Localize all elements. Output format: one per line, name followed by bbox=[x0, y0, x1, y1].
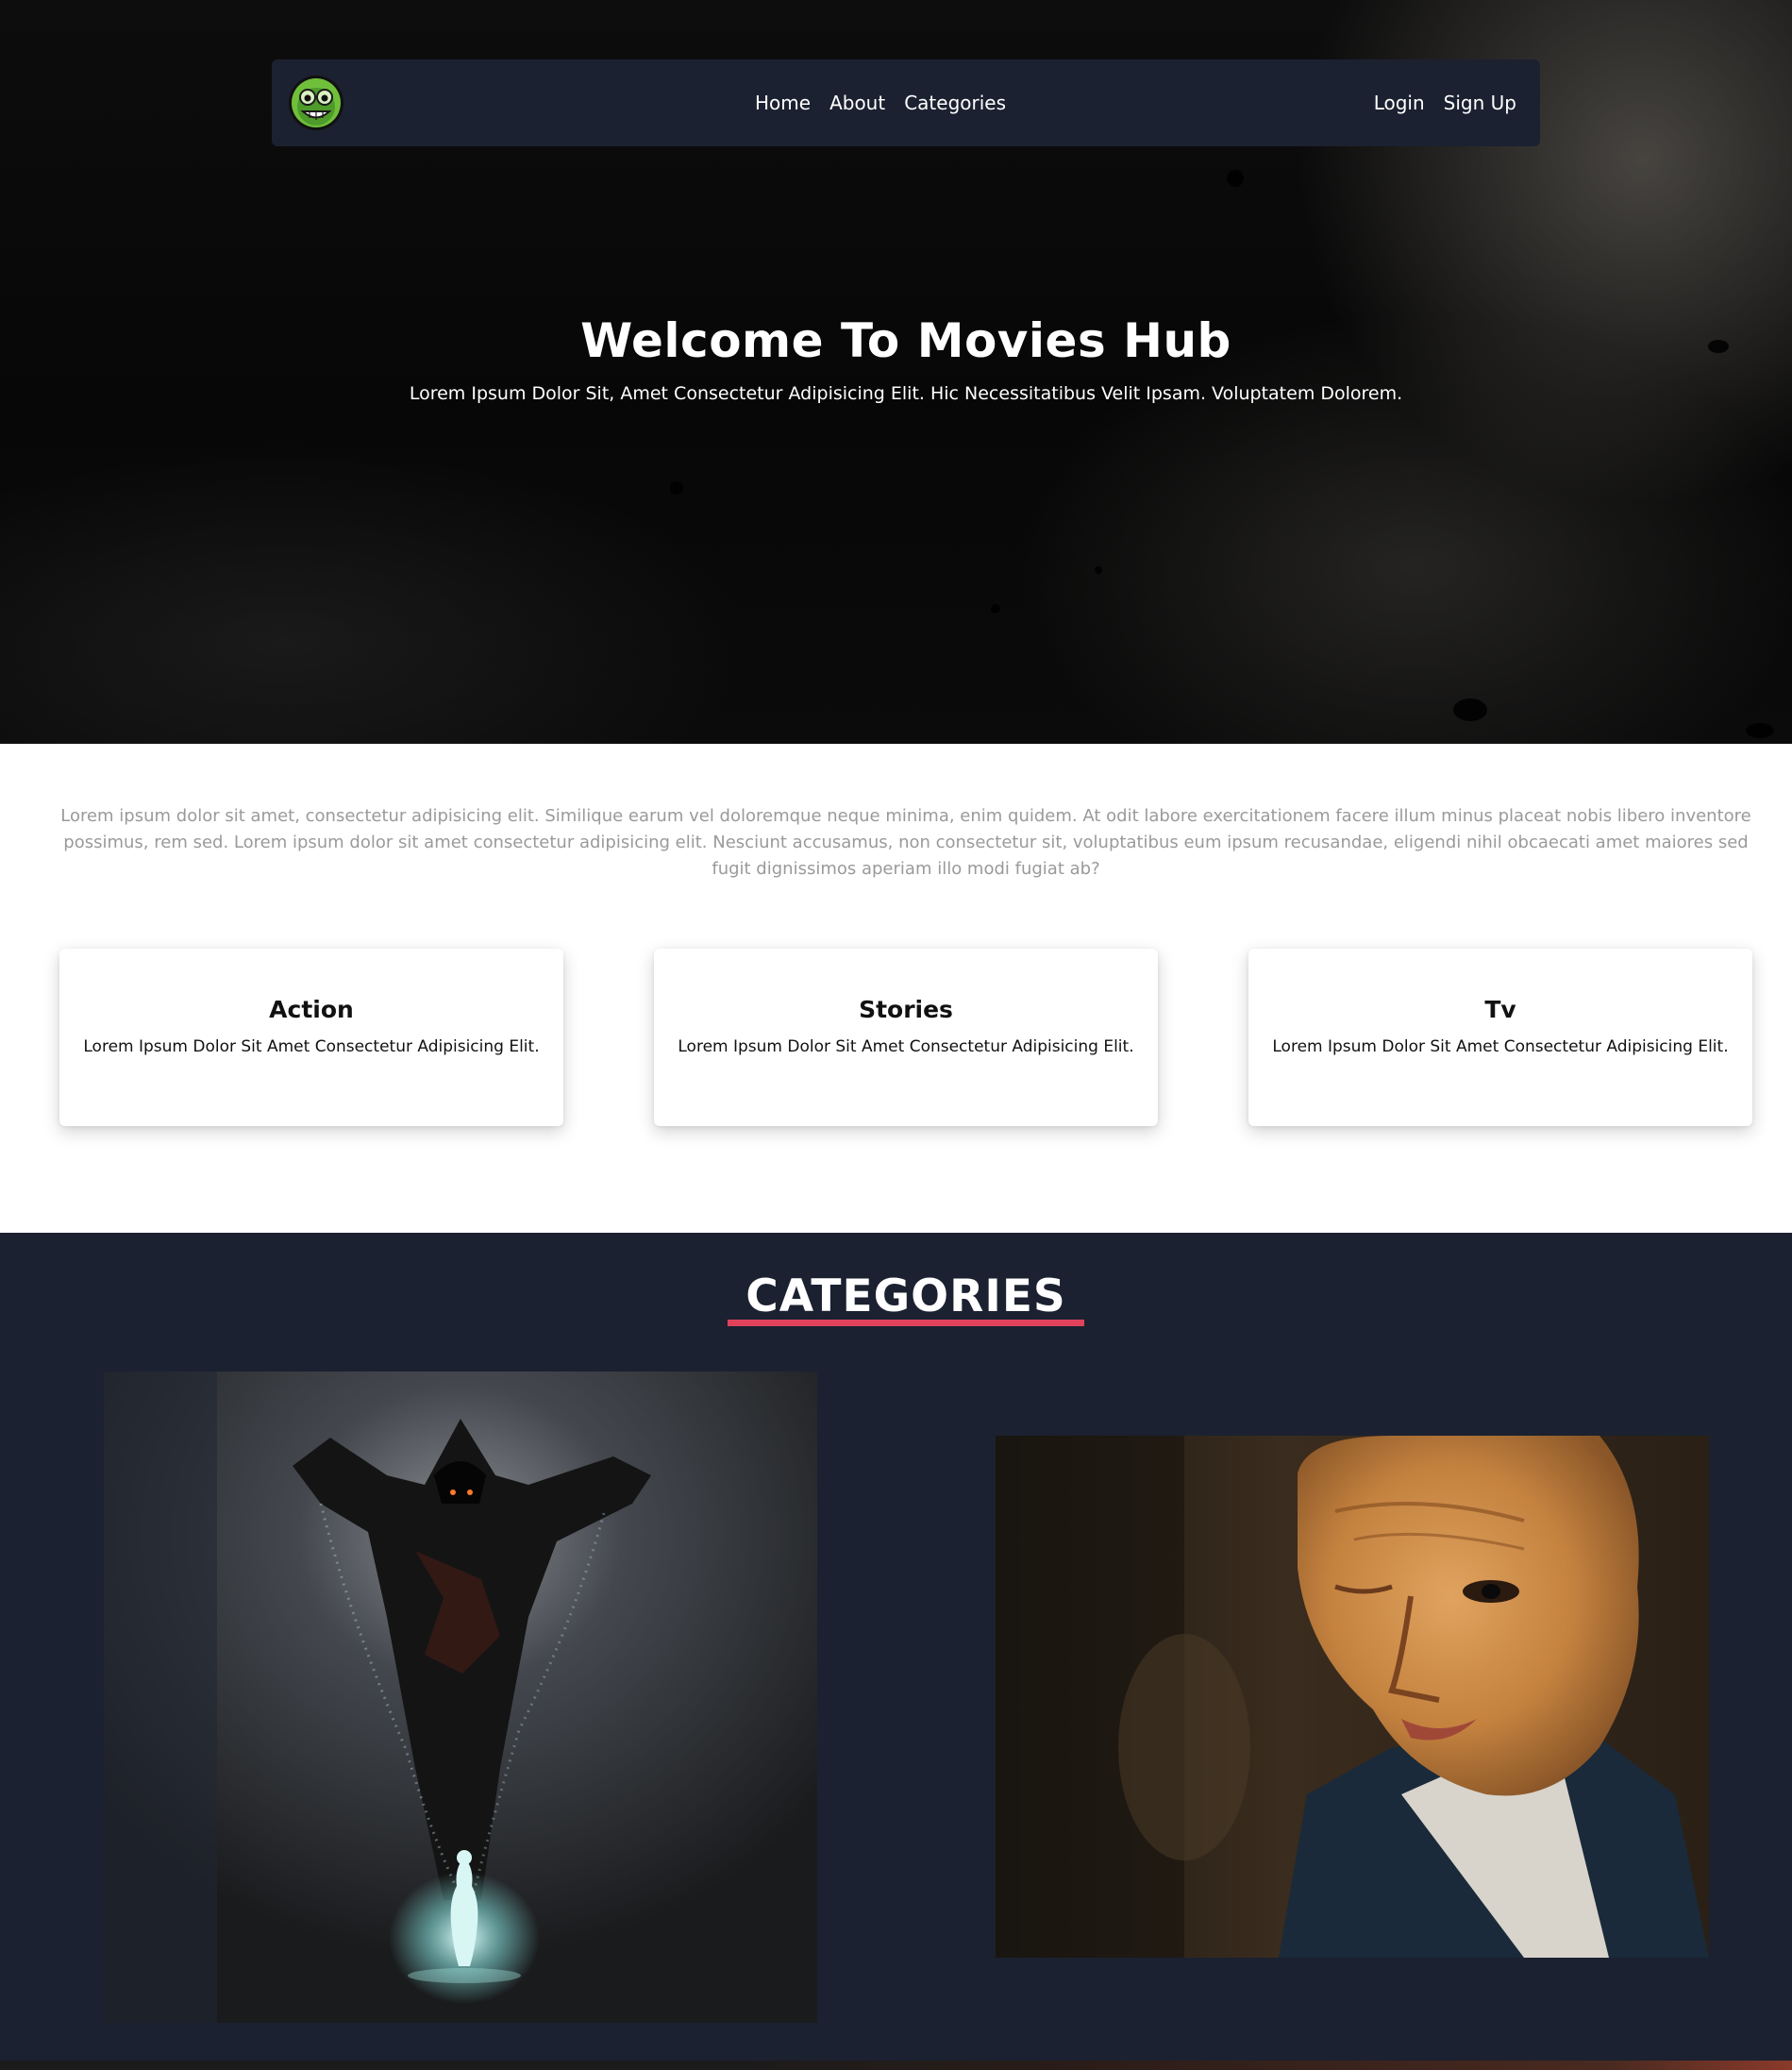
navbar: Home About Categories Login Sign Up bbox=[272, 59, 1540, 146]
category-image-reaper[interactable] bbox=[104, 1372, 817, 2023]
category-card-action[interactable]: Action Lorem Ipsum Dolor Sit Amet Consec… bbox=[59, 949, 563, 1126]
category-image-mask[interactable] bbox=[996, 1436, 1709, 1958]
categories-section: CATEGORIES bbox=[0, 1233, 1792, 2061]
nav-link-home[interactable]: Home bbox=[755, 92, 811, 114]
auth-links: Login Sign Up bbox=[1374, 59, 1516, 146]
intro-paragraph: Lorem ipsum dolor sit amet, consectetur … bbox=[60, 806, 1751, 879]
card-text: Lorem Ipsum Dolor Sit Amet Consectetur A… bbox=[83, 1037, 540, 1056]
card-title: Tv bbox=[1484, 996, 1516, 1023]
nav-link-categories[interactable]: Categories bbox=[904, 92, 1006, 114]
next-section-edge bbox=[0, 2061, 1792, 2070]
hero-texture-speck bbox=[670, 481, 683, 495]
card-title: Stories bbox=[859, 996, 953, 1023]
category-card-stories[interactable]: Stories Lorem Ipsum Dolor Sit Amet Conse… bbox=[654, 949, 1158, 1126]
categories-heading: CATEGORIES bbox=[745, 1271, 1066, 1322]
hero-texture-speck bbox=[1227, 170, 1244, 187]
hero-texture-speck bbox=[1746, 723, 1774, 738]
card-text: Lorem Ipsum Dolor Sit Amet Consectetur A… bbox=[678, 1037, 1134, 1056]
hero-title: Welcome To Movies Hub bbox=[580, 313, 1231, 368]
hero-subtitle: Lorem Ipsum Dolor Sit, Amet Consectetur … bbox=[409, 383, 1403, 404]
logo-graphic bbox=[289, 76, 343, 130]
nav-link-about[interactable]: About bbox=[829, 92, 885, 114]
logo-icon[interactable] bbox=[288, 75, 344, 131]
hero-texture-speck bbox=[991, 604, 1000, 614]
hero-texture-speck bbox=[1453, 698, 1487, 721]
card-title: Action bbox=[269, 996, 354, 1023]
hero-section: Home About Categories Login Sign Up Welc… bbox=[0, 0, 1792, 744]
category-card-tv[interactable]: Tv Lorem Ipsum Dolor Sit Amet Consectetu… bbox=[1248, 949, 1752, 1126]
nav-links: Home About Categories bbox=[755, 59, 1006, 146]
mask-photo bbox=[996, 1436, 1709, 1958]
signup-link[interactable]: Sign Up bbox=[1444, 92, 1516, 114]
login-link[interactable]: Login bbox=[1374, 92, 1425, 114]
card-text: Lorem Ipsum Dolor Sit Amet Consectetur A… bbox=[1272, 1037, 1729, 1056]
reaper-artwork bbox=[104, 1372, 817, 2023]
heading-underline bbox=[728, 1320, 1084, 1326]
hero-texture-speck bbox=[1095, 566, 1102, 574]
